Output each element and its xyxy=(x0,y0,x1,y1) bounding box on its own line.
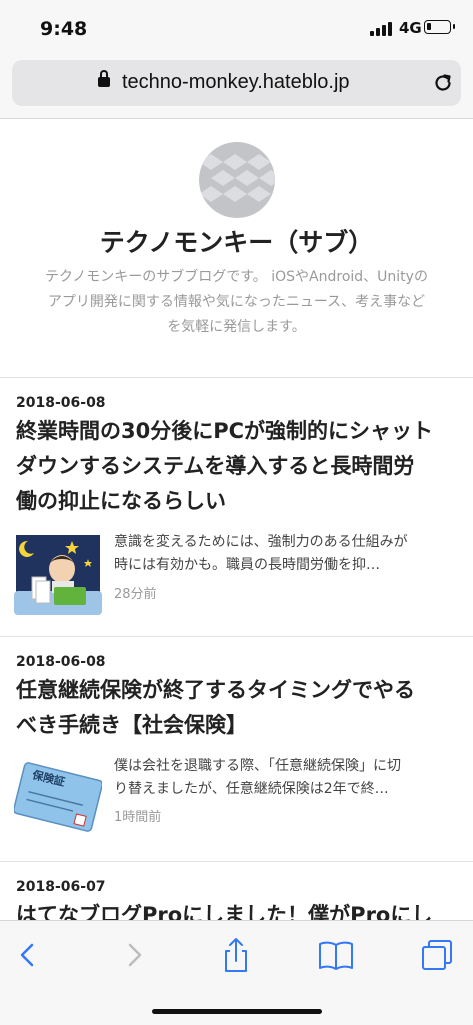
address-bar[interactable]: techno-monkey.hateblo.jp xyxy=(12,60,461,106)
blog-header: テクノモンキー（サブ） テクノモンキーのサブブログです。 iOSやAndroid… xyxy=(0,119,473,378)
entry-card[interactable]: 2018-06-08 任意継続保険が終了するタイミングでやる べき手続き【社会保… xyxy=(0,637,473,862)
entry-thumbnail[interactable]: 保険証 xyxy=(14,755,102,839)
entry-thumbnail[interactable] xyxy=(14,531,102,615)
lock-icon xyxy=(98,70,110,87)
entry-title[interactable]: 終業時間の30分後にPCが強制的にシャット ダウンするシステムを導入すると長時間… xyxy=(16,414,461,519)
chevron-left-icon[interactable] xyxy=(8,935,48,975)
entry-date: 2018-06-07 xyxy=(16,879,106,895)
chevron-right-icon[interactable] xyxy=(114,935,154,975)
share-icon[interactable] xyxy=(216,935,256,975)
status-bar: 9:48 4G xyxy=(0,0,473,58)
entry-time-ago: 28分前 xyxy=(114,587,157,602)
tabs-icon[interactable] xyxy=(417,935,457,975)
blog-avatar[interactable] xyxy=(199,142,275,218)
entry-date: 2018-06-08 xyxy=(16,395,106,411)
entry-time-ago: 1時間前 xyxy=(114,810,162,825)
home-indicator[interactable] xyxy=(152,1009,322,1014)
url-text[interactable]: techno-monkey.hateblo.jp xyxy=(122,71,350,94)
battery-icon xyxy=(424,20,455,34)
entry-excerpt: 僕は会社を退職する際、「任意継続保険」に切 り替えましたが、任意継続保険は2年で… xyxy=(114,758,401,797)
status-time: 9:48 xyxy=(40,18,88,40)
address-bar-container: techno-monkey.hateblo.jp xyxy=(0,58,473,119)
entry-date: 2018-06-08 xyxy=(16,654,106,670)
signal-icon xyxy=(370,22,394,36)
blog-title[interactable]: テクノモンキー（サブ） xyxy=(0,223,473,259)
blog-description: テクノモンキーのサブブログです。 iOSやAndroid、Unityの アプリ開… xyxy=(45,269,428,335)
entry-excerpt: 意識を変えるためには、強制力のある仕組みが 時には有効かも。職員の長時間労働を抑… xyxy=(114,534,408,573)
reload-icon[interactable] xyxy=(432,72,454,94)
entry-card[interactable]: 2018-06-08 終業時間の30分後にPCが強制的にシャット ダウンするシス… xyxy=(0,378,473,637)
entry-title[interactable]: 任意継続保険が終了するタイミングでやる べき手続き【社会保険】 xyxy=(16,673,461,743)
book-icon[interactable] xyxy=(316,935,356,975)
network-type: 4G xyxy=(399,19,422,37)
